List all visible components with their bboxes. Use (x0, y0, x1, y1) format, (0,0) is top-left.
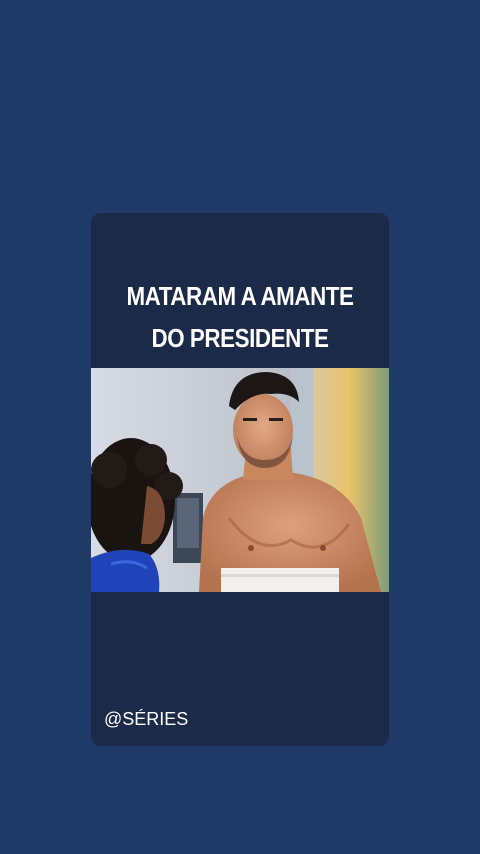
headline: MATARAM A AMANTE DO PRESIDENTE (112, 275, 368, 359)
scene-photo (91, 368, 389, 592)
account-handle[interactable]: @SÉRIES (104, 708, 188, 730)
headline-line-1: MATARAM A AMANTE (126, 281, 354, 311)
story-page: MATARAM A AMANTE DO PRESIDENTE @SÉRIES (0, 0, 480, 854)
story-card[interactable]: MATARAM A AMANTE DO PRESIDENTE @SÉRIES (91, 213, 389, 746)
headline-line-2: DO PRESIDENTE (151, 323, 329, 353)
